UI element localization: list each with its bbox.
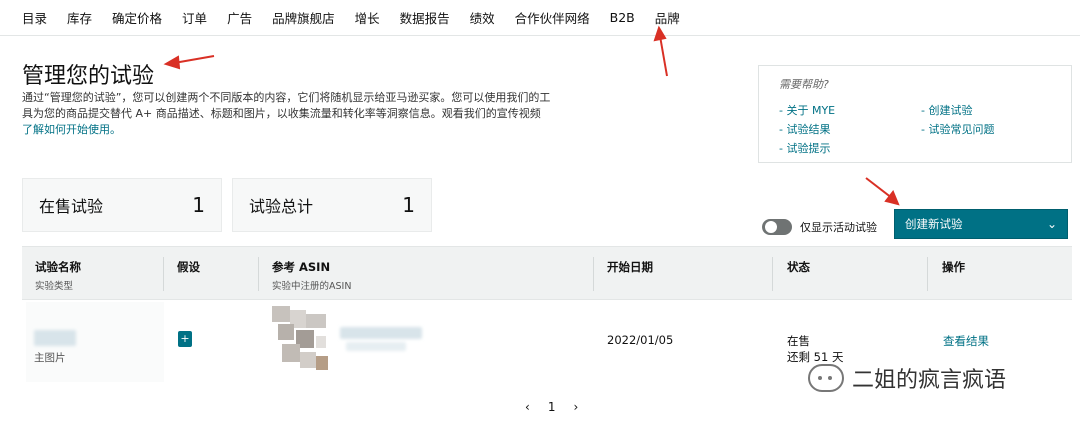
nav-item-growth[interactable]: 增长 xyxy=(355,8,380,27)
create-arrow-head xyxy=(884,190,900,206)
column-header-reference-asin[interactable]: 参考 ASIN 实验中注册的ASIN xyxy=(272,259,351,292)
nav-item-reports[interactable]: 数据报告 xyxy=(400,8,450,27)
current-page[interactable]: 1 xyxy=(548,400,556,414)
redacted-experiment-name xyxy=(34,330,76,346)
help-panel: 需要帮助? - 关于 MYE - 创建试验 - 试验结果 - 试验常见问题 - … xyxy=(758,65,1072,163)
column-divider xyxy=(163,257,164,291)
watermark: 二姐的疯言疯语 xyxy=(808,362,1006,394)
title-arrow-line xyxy=(173,55,215,64)
help-title: 需要帮助? xyxy=(779,78,829,91)
status-label: 在售 xyxy=(787,334,810,348)
nav-item-partner-network[interactable]: 合作伙伴网络 xyxy=(515,8,590,27)
column-divider xyxy=(772,257,773,291)
toggle-label: 仅显示活动试验 xyxy=(800,221,877,234)
create-experiment-label: 创建新试验 xyxy=(905,217,963,231)
nav-item-b2b[interactable]: B2B xyxy=(610,10,635,25)
learn-more-link[interactable]: 了解如何开始使用。 xyxy=(22,123,121,136)
create-arrow-line xyxy=(865,177,893,199)
nav-item-catalog[interactable]: 目录 xyxy=(22,8,47,27)
column-header-main: 操作 xyxy=(942,260,965,274)
nav-item-performance[interactable]: 绩效 xyxy=(470,8,495,27)
view-results-link[interactable]: 查看结果 xyxy=(943,333,989,349)
brand-arrow-line xyxy=(659,35,668,77)
column-divider xyxy=(927,257,928,291)
page-title: 管理您的试验 xyxy=(22,64,155,89)
column-divider xyxy=(258,257,259,291)
stat-label: 在售试验 xyxy=(39,197,104,216)
start-date: 2022/01/05 xyxy=(607,333,674,347)
toggle-switch[interactable] xyxy=(762,219,792,235)
column-header-hypothesis[interactable]: 假设 xyxy=(177,259,200,275)
help-link-results[interactable]: - 试验结果 xyxy=(779,121,921,137)
nav-item-stores[interactable]: 品牌旗舰店 xyxy=(272,8,335,27)
redacted-asin-detail xyxy=(346,342,406,351)
table-header: 试验名称 实验类型 假设 参考 ASIN 实验中注册的ASIN 开始日期 状态 … xyxy=(22,246,1072,300)
nav-item-orders[interactable]: 订单 xyxy=(182,8,207,27)
nav-item-pricing[interactable]: 确定价格 xyxy=(112,8,162,27)
experiment-type: 主图片 xyxy=(34,352,66,364)
column-header-status[interactable]: 状态 xyxy=(787,259,810,275)
page-description: 通过“管理您的试验”，您可以创建两个不同版本的内容，它们将随机显示给亚马逊买家。… xyxy=(22,90,552,138)
prev-page-button[interactable]: ‹ xyxy=(525,400,530,414)
column-header-main: 状态 xyxy=(787,260,810,274)
stat-value: 1 xyxy=(402,193,415,217)
help-link-tips[interactable]: - 试验提示 xyxy=(779,140,921,156)
column-divider xyxy=(593,257,594,291)
create-experiment-button[interactable]: 创建新试验 ⌄ xyxy=(894,209,1068,239)
watermark-text: 二姐的疯言疯语 xyxy=(852,368,1007,393)
nav-item-advertising[interactable]: 广告 xyxy=(227,8,252,27)
nav-item-brands[interactable]: 品牌 xyxy=(655,8,680,27)
total-experiments-card: 试验总计 1 xyxy=(232,178,432,232)
title-arrow-head xyxy=(163,55,181,70)
hypothesis-document-icon[interactable]: + xyxy=(178,331,192,347)
nav-item-inventory[interactable]: 库存 xyxy=(67,8,92,27)
column-header-sub: 实验中注册的ASIN xyxy=(272,281,352,292)
stat-value: 1 xyxy=(192,193,205,217)
column-header-name[interactable]: 试验名称 实验类型 xyxy=(35,259,81,292)
help-link-faq[interactable]: - 试验常见问题 xyxy=(921,121,1061,137)
top-navigation: 目录 库存 确定价格 订单 广告 品牌旗舰店 增长 数据报告 绩效 合作伙伴网络… xyxy=(0,0,1080,36)
redacted-asin xyxy=(340,327,422,339)
column-header-start-date[interactable]: 开始日期 xyxy=(607,259,653,275)
help-link-create-experiment[interactable]: - 创建试验 xyxy=(921,102,1061,118)
page-description-text: 通过“管理您的试验”，您可以创建两个不同版本的内容，它们将随机显示给亚马逊买家。… xyxy=(22,91,551,120)
column-header-sub: 实验类型 xyxy=(35,281,74,292)
column-header-main: 开始日期 xyxy=(607,260,653,274)
pagination: ‹ 1 › xyxy=(516,400,587,414)
next-page-button[interactable]: › xyxy=(573,400,578,414)
active-only-toggle[interactable]: 仅显示活动试验 xyxy=(762,219,877,235)
wechat-icon xyxy=(808,364,844,392)
column-header-main: 假设 xyxy=(177,260,200,274)
column-header-main: 试验名称 xyxy=(35,260,81,274)
stat-label: 试验总计 xyxy=(249,197,314,216)
column-header-actions: 操作 xyxy=(942,259,965,275)
active-experiments-card: 在售试验 1 xyxy=(22,178,222,232)
help-link-about-mye[interactable]: - 关于 MYE xyxy=(779,102,921,118)
help-links: - 关于 MYE - 创建试验 - 试验结果 - 试验常见问题 - 试验提示 xyxy=(779,102,1051,156)
chevron-down-icon: ⌄ xyxy=(1046,217,1057,231)
column-header-main: 参考 ASIN xyxy=(272,260,331,274)
